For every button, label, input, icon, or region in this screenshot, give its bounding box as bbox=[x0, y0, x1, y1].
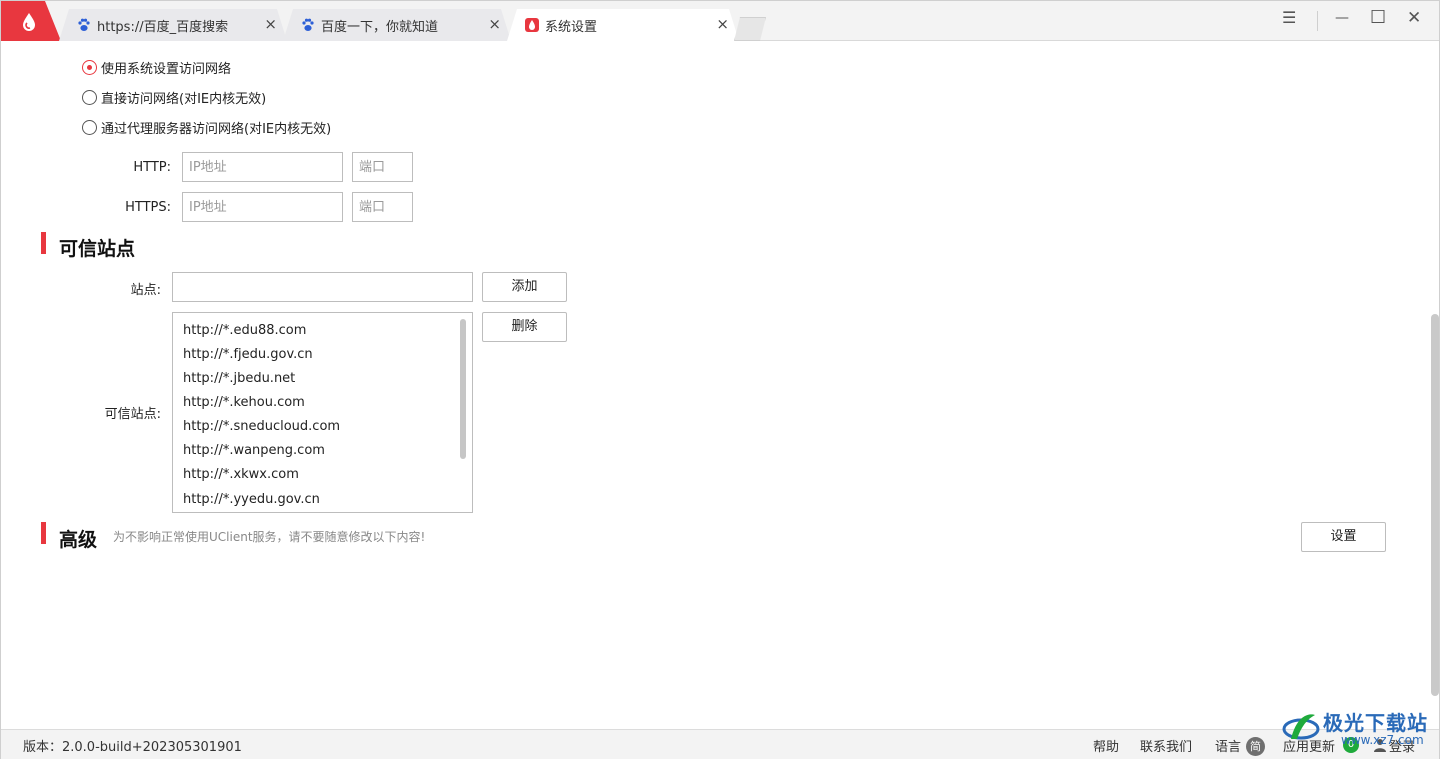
language-badge[interactable]: 简 bbox=[1246, 737, 1265, 756]
help-link[interactable]: 帮助 bbox=[1093, 736, 1119, 755]
radio-direct-network[interactable]: 直接访问网络(对IE内核无效) bbox=[82, 88, 266, 107]
list-item[interactable]: http://*.jbedu.net bbox=[183, 371, 295, 386]
radio-label: 直接访问网络(对IE内核无效) bbox=[101, 92, 267, 107]
list-item[interactable]: http://*.kehou.com bbox=[183, 395, 305, 410]
list-item[interactable]: http://*.yyedu.gov.cn bbox=[183, 492, 320, 507]
list-item[interactable]: http://*.sneducloud.com bbox=[183, 419, 340, 434]
advanced-note: 为不影响正常使用UClient服务，请不要随意修改以下内容! bbox=[113, 530, 426, 544]
site-input[interactable] bbox=[172, 272, 473, 302]
status-bar: 版本：2.0.0-build+202305301901 帮助 联系我们 语言 简… bbox=[1, 729, 1439, 759]
minimize-icon[interactable]: — bbox=[1335, 10, 1349, 26]
window-controls-divider bbox=[1317, 11, 1318, 31]
advanced-settings-button[interactable]: 设置 bbox=[1301, 522, 1386, 552]
site-label: 站点: bbox=[130, 283, 161, 298]
http-ip-input[interactable] bbox=[182, 152, 343, 182]
tab-title: https://百度_百度搜索 bbox=[97, 20, 229, 35]
watermark-logo-icon bbox=[1282, 714, 1320, 740]
list-item[interactable]: http://*.xkwx.com bbox=[183, 467, 299, 482]
tab-title: 百度一下，你就知道 bbox=[321, 20, 439, 35]
contact-link[interactable]: 联系我们 bbox=[1140, 736, 1192, 755]
tab-close-icon[interactable]: × bbox=[264, 15, 277, 33]
watermark-text: 极光下载站 bbox=[1323, 711, 1428, 735]
trusted-sites-title: 可信站点 bbox=[59, 238, 136, 260]
uc-drop-icon bbox=[23, 13, 35, 31]
tab-close-icon[interactable]: × bbox=[716, 15, 729, 33]
tab-title: 系统设置 bbox=[545, 20, 598, 35]
menu-icon[interactable]: ☰ bbox=[1282, 8, 1296, 27]
page-scrollbar[interactable] bbox=[1431, 314, 1439, 696]
advanced-title: 高级 bbox=[59, 529, 98, 551]
http-label: HTTP: bbox=[133, 160, 171, 175]
tab-system-settings[interactable]: 系统设置 × bbox=[507, 9, 739, 41]
http-port-input[interactable] bbox=[352, 152, 413, 182]
app-logo[interactable] bbox=[1, 1, 61, 41]
watermark-url: www.xz7.com bbox=[1341, 733, 1424, 747]
tab-baidu-home[interactable]: 百度一下，你就知道 × bbox=[283, 9, 511, 41]
app-window: https://百度_百度搜索 × 百度一下，你就知道 × 系统设置 × ☰ —… bbox=[0, 0, 1440, 759]
trusted-list-label: 可信站点: bbox=[104, 407, 161, 422]
list-item[interactable]: http://*.fjedu.gov.cn bbox=[183, 347, 313, 362]
section-marker bbox=[41, 522, 46, 544]
title-bar: https://百度_百度搜索 × 百度一下，你就知道 × 系统设置 × ☰ —… bbox=[1, 1, 1439, 41]
radio-label: 通过代理服务器访问网络(对IE内核无效) bbox=[101, 122, 332, 137]
section-marker bbox=[41, 232, 46, 254]
new-tab-button[interactable] bbox=[734, 17, 766, 41]
settings-content: 使用系统设置访问网络 直接访问网络(对IE内核无效) 通过代理服务器访问网络(对… bbox=[1, 42, 1439, 729]
delete-site-button[interactable]: 删除 bbox=[482, 312, 567, 342]
tab-baidu-search[interactable]: https://百度_百度搜索 × bbox=[59, 9, 287, 41]
list-scrollbar[interactable] bbox=[460, 319, 466, 459]
radio-system-network[interactable]: 使用系统设置访问网络 bbox=[82, 58, 231, 77]
list-item[interactable]: http://*.edu88.com bbox=[183, 323, 306, 338]
version-text: 版本：2.0.0-build+202305301901 bbox=[23, 740, 242, 755]
maximize-icon[interactable]: ☐ bbox=[1370, 7, 1386, 28]
radio-label: 使用系统设置访问网络 bbox=[101, 62, 232, 77]
radio-unchecked-icon bbox=[82, 90, 97, 105]
tab-close-icon[interactable]: × bbox=[488, 15, 501, 33]
https-label: HTTPS: bbox=[125, 200, 171, 215]
radio-proxy-network[interactable]: 通过代理服务器访问网络(对IE内核无效) bbox=[82, 118, 331, 137]
https-ip-input[interactable] bbox=[182, 192, 343, 222]
radio-unchecked-icon bbox=[82, 120, 97, 135]
radio-checked-icon bbox=[82, 60, 97, 75]
add-site-button[interactable]: 添加 bbox=[482, 272, 567, 302]
language-link[interactable]: 语言 bbox=[1215, 736, 1241, 755]
trusted-sites-list[interactable]: http://*.edu88.com http://*.fjedu.gov.cn… bbox=[172, 312, 473, 513]
close-icon[interactable]: ✕ bbox=[1407, 8, 1421, 28]
list-item[interactable]: http://*.wanpeng.com bbox=[183, 443, 325, 458]
baidu-paw-icon bbox=[301, 18, 315, 32]
baidu-paw-icon bbox=[77, 18, 91, 32]
uc-drop-icon bbox=[525, 18, 539, 32]
https-port-input[interactable] bbox=[352, 192, 413, 222]
watermark: 极光下载站 www.xz7.com bbox=[1281, 707, 1437, 751]
